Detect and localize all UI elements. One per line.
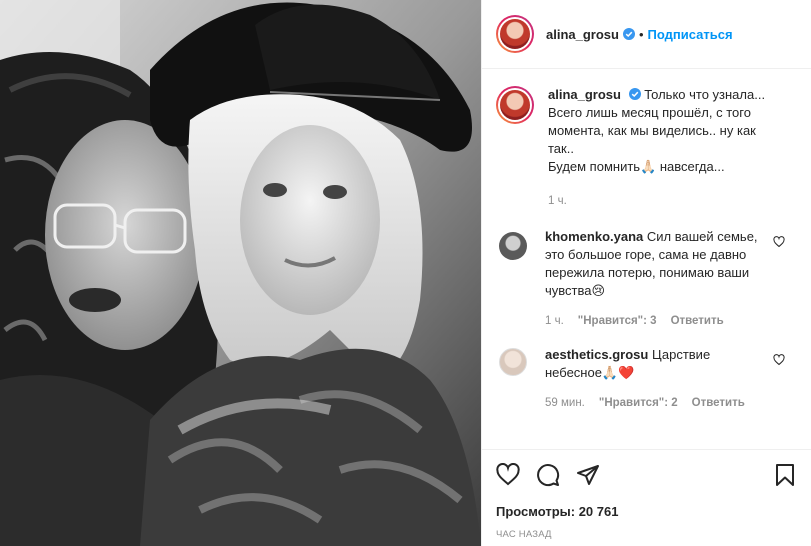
caption-line: так.. [548, 141, 574, 156]
comment-item: aesthetics.grosu Царствие небесное🙏🏻❤️ 5… [496, 346, 797, 412]
comment-body: aesthetics.grosu Царствие небесное🙏🏻❤️ 5… [545, 346, 767, 412]
commenter-avatar[interactable] [499, 348, 527, 376]
comment-likes[interactable]: "Нравится": 2 [599, 394, 678, 412]
comment-likes[interactable]: "Нравится": 3 [578, 312, 657, 330]
share-icon[interactable] [576, 463, 600, 487]
author-username[interactable]: alina_grosu [546, 27, 619, 42]
caption-line: Только что узнала... [644, 87, 766, 102]
like-comment-heart-icon[interactable] [773, 354, 785, 366]
comments-list: alina_grosu Только что узнала... Всего л… [482, 70, 811, 449]
caption-line: момента, как мы виделись.. ну как [548, 123, 756, 138]
heart-icon[interactable] [496, 463, 520, 487]
views-count[interactable]: Просмотры: 20 761 [496, 504, 797, 519]
comment-time: 59 мин. [545, 397, 585, 409]
post-sidebar: alina_grosu • Подписаться alina_grosu То… [481, 0, 811, 546]
caption: alina_grosu Только что узнала... Всего л… [496, 86, 797, 210]
bookmark-icon[interactable] [773, 463, 797, 487]
caption-avatar[interactable] [496, 86, 534, 124]
comment-username[interactable]: aesthetics.grosu [545, 347, 648, 362]
caption-body: alina_grosu Только что узнала... Всего л… [548, 86, 770, 210]
comment-body: khomenko.yana Сил вашей семье, это больш… [545, 228, 767, 330]
header-separator: • [638, 26, 644, 42]
like-comment-heart-icon[interactable] [773, 236, 785, 248]
post-header: alina_grosu • Подписаться [482, 0, 811, 69]
author-avatar[interactable] [496, 15, 534, 53]
caption-time: 1 ч. [548, 195, 567, 207]
comment-username[interactable]: khomenko.yana [545, 229, 643, 244]
instagram-post: alina_grosu • Подписаться alina_grosu То… [0, 0, 811, 546]
caption-line: Всего лишь месяц прошёл, с того [548, 105, 751, 120]
follow-button[interactable]: Подписаться [648, 27, 733, 42]
verified-badge-icon [628, 88, 641, 100]
caption-line: Будем помнить🙏🏻 навсегда... [548, 159, 725, 174]
action-icons [496, 460, 797, 490]
post-photo[interactable] [0, 0, 481, 546]
reply-button[interactable]: Ответить [692, 394, 745, 412]
posted-time: час назад [496, 529, 552, 540]
comment-time: 1 ч. [545, 315, 564, 327]
photo-image [0, 0, 481, 546]
caption-username[interactable]: alina_grosu [548, 87, 621, 102]
reply-button[interactable]: Ответить [671, 312, 724, 330]
comment-icon[interactable] [536, 463, 560, 487]
post-actions: Просмотры: 20 761 час назад [482, 449, 811, 546]
verified-badge-icon [622, 28, 635, 40]
commenter-avatar[interactable] [499, 232, 527, 260]
comment-item: khomenko.yana Сил вашей семье, это больш… [496, 228, 797, 330]
